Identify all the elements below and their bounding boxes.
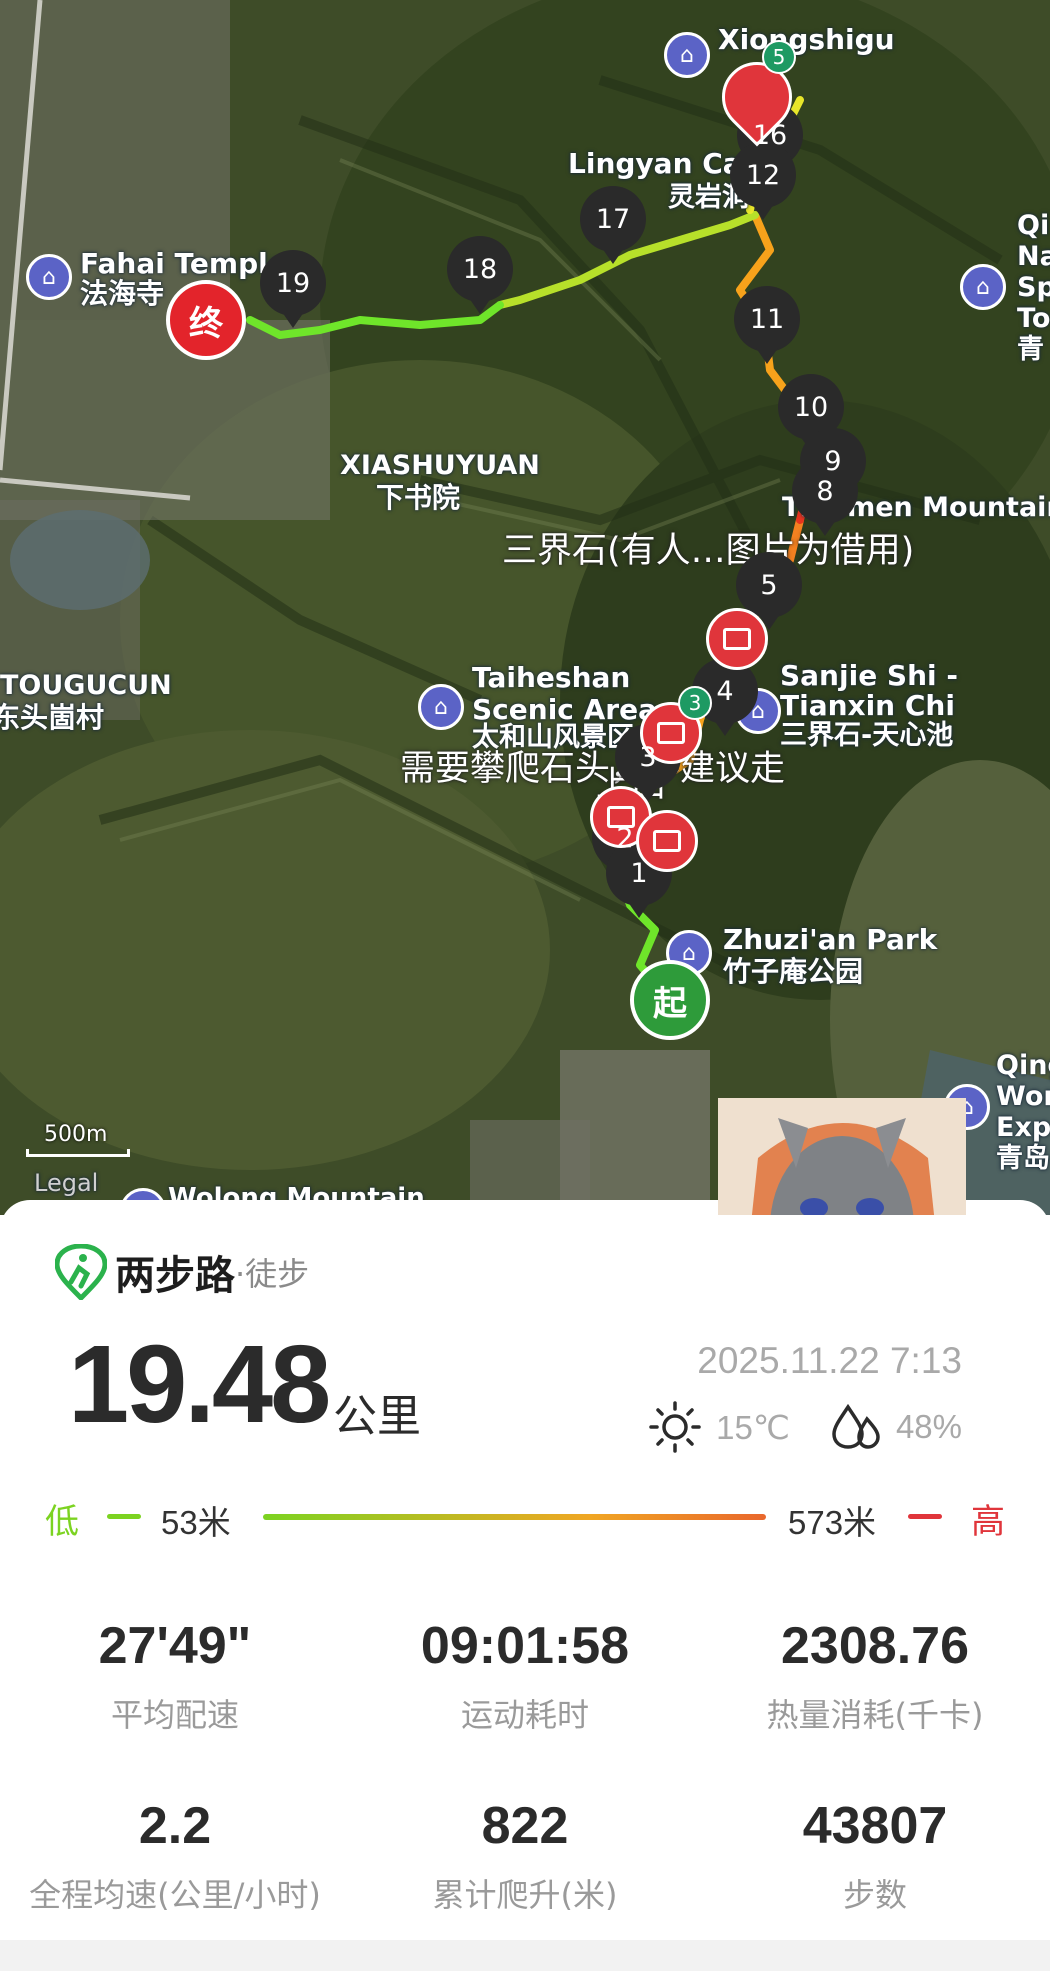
label-qing-expo[interactable]: QingWorExpo青岛 <box>996 1050 1050 1174</box>
label-xiongshigu[interactable]: Xiongshigu <box>718 23 895 56</box>
photo-icon[interactable] <box>706 608 768 670</box>
legal-link[interactable]: Legal <box>34 1169 98 1198</box>
start-marker[interactable]: 起 <box>630 960 710 1040</box>
poi-temple-icon[interactable]: ⌂ <box>664 32 710 78</box>
label-fahai-zh[interactable]: 法海寺 <box>80 277 164 310</box>
brand-name: 两步路 <box>115 1253 235 1299</box>
sun-icon <box>649 1401 701 1453</box>
km-marker-19[interactable]: 19 <box>260 250 326 328</box>
elev-high-label: 高 <box>971 1502 1005 1542</box>
km-marker-17[interactable]: 17 <box>580 186 646 264</box>
elev-gradient-bar <box>263 1514 766 1520</box>
avatar-sticker <box>718 1098 966 1215</box>
humidity-icon <box>832 1403 880 1449</box>
weather-row: 15℃ 48% <box>648 1400 962 1454</box>
label-sanjie-zh[interactable]: 三界石-天心池 <box>780 720 953 751</box>
elev-low-label: 低 <box>45 1502 79 1542</box>
waypoint-badge[interactable]: 3 <box>678 686 712 720</box>
elevation-scale: 低 53米 573米 高 <box>45 1490 1010 1542</box>
label-qinan[interactable]: Qi Na Sp To 青 <box>1017 210 1050 365</box>
km-marker-11[interactable]: 11 <box>734 286 800 364</box>
poi-temple-icon[interactable]: ⌂ <box>418 684 464 730</box>
poi-temple-icon[interactable]: ⌂ <box>960 264 1006 310</box>
stat-avg-pace: 27'49" 平均配速 <box>98 1617 252 1734</box>
label-zhuzian-en[interactable]: Zhuzi'an Park <box>723 923 937 956</box>
scale-bar: 500m <box>26 1122 130 1157</box>
label-taiheshan-en1[interactable]: Taiheshan <box>472 661 630 694</box>
humidity: 48% <box>895 1408 962 1445</box>
km-marker-18[interactable]: 18 <box>447 236 513 314</box>
satellite-terrain <box>0 0 1050 1215</box>
temperature: 15℃ <box>716 1408 790 1446</box>
elev-low-value: 53米 <box>161 1504 231 1541</box>
stat-calories: 2308.76 热量消耗(千卡) <box>766 1617 984 1734</box>
poi-temple-icon[interactable]: ⌂ <box>26 254 72 300</box>
end-marker[interactable]: 终 <box>166 280 246 360</box>
label-xiashuyuan-en[interactable]: XIASHUYUAN <box>340 450 540 481</box>
label-fahai-en[interactable]: Fahai Temple <box>80 247 287 280</box>
datetime: 2025.11.22 7:13 <box>697 1340 962 1381</box>
elev-high-value: 573米 <box>788 1504 877 1541</box>
brand-sub: ·徒步 <box>235 1255 310 1293</box>
app-logo-icon <box>55 1244 107 1300</box>
stat-duration: 09:01:58 运动耗时 <box>420 1617 630 1734</box>
stat-avg-speed: 2.2 全程均速(公里/小时) <box>29 1797 321 1914</box>
distance-unit: 公里 <box>333 1391 421 1442</box>
label-zhuzian-zh[interactable]: 竹子庵公园 <box>723 955 863 988</box>
km-marker-5[interactable]: 5 <box>736 552 802 630</box>
label-tougucun-en[interactable]: TOUGUCUN <box>0 670 172 701</box>
elev-high-dash <box>908 1514 942 1519</box>
label-tougucun-zh[interactable]: 东头崮村 <box>0 701 104 734</box>
app-brand: 两步路 ·徒步 <box>55 1243 309 1301</box>
waypoint-badge[interactable]: 5 <box>762 40 796 74</box>
note-climb[interactable]: 需要攀爬石头，不建议走 <box>400 740 785 791</box>
label-sanjie-en1[interactable]: Sanjie Shi - <box>780 659 958 692</box>
stat-ascent: 822 累计爬升(米) <box>432 1797 618 1914</box>
label-xiashuyuan-zh[interactable]: 下书院 <box>376 481 460 514</box>
stat-steps: 43807 步数 <box>802 1797 948 1914</box>
km-marker-12[interactable]: 12 <box>730 142 796 220</box>
note-sanjie[interactable]: 三界石(有人…图片为借用) <box>502 522 914 573</box>
route-map[interactable]: ⌂ ⌂ ⌂ ⌂ ⌂ ⌂ ⌂ ⌂ Xiongshigu Lingyan Cave … <box>0 0 1050 1215</box>
label-sanjie-en2[interactable]: Tianxin Chi <box>780 689 955 722</box>
elev-low-dash <box>107 1514 141 1519</box>
distance-value: 19.48 <box>68 1323 331 1446</box>
bottom-strip <box>0 1940 1050 1971</box>
